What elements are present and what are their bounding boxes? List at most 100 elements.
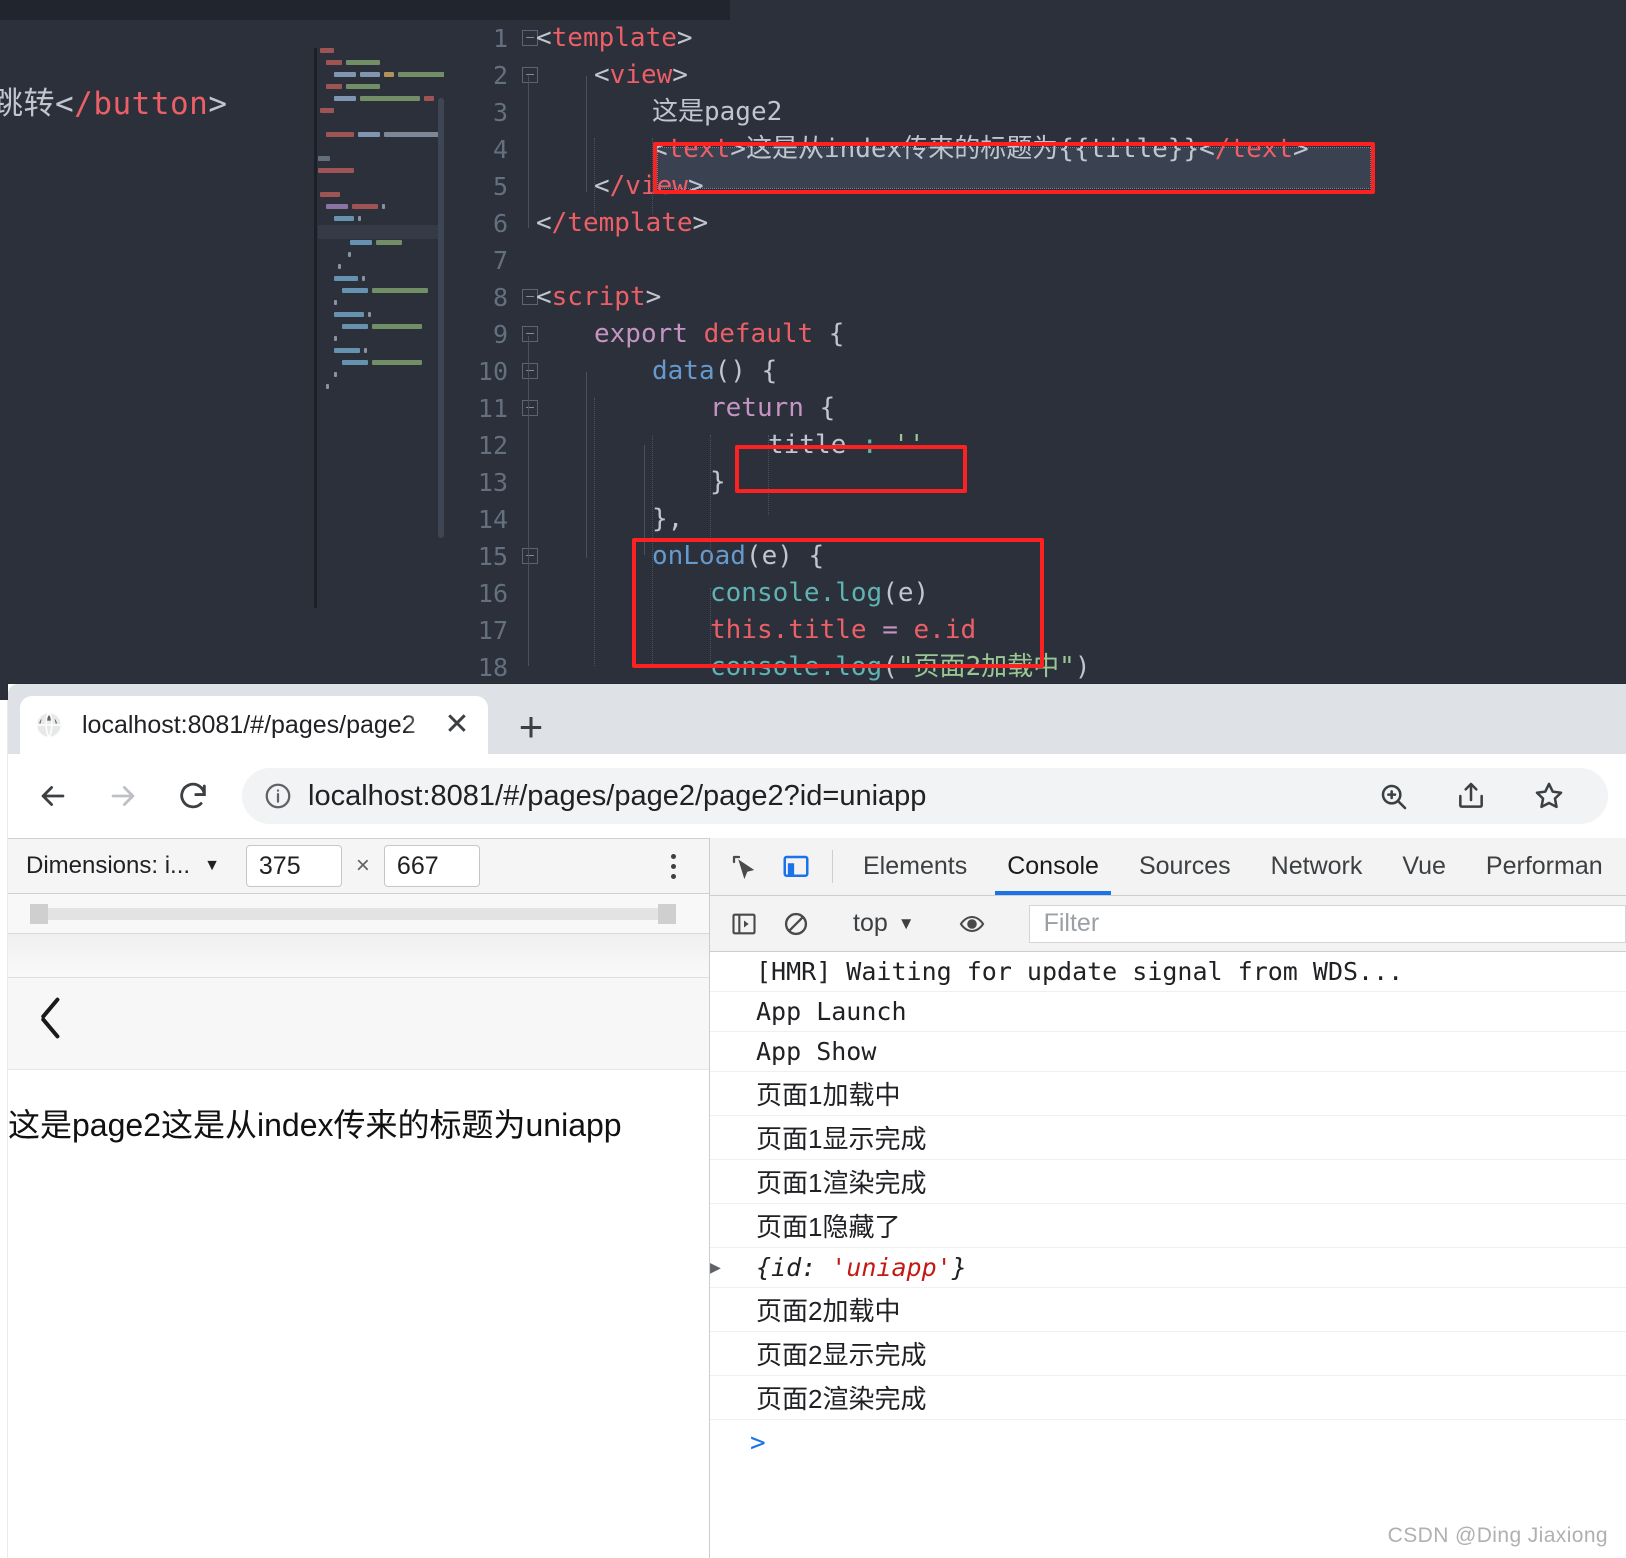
minimap-line <box>424 96 434 101</box>
browser-tab[interactable]: localhost:8081/#/pages/page2 ✕ <box>20 696 488 754</box>
minimap-line <box>346 84 380 89</box>
live-expression-eye-icon[interactable] <box>946 910 998 938</box>
devtools-tabs: Elements Console Sources Network Vue Performa… <box>843 838 1623 895</box>
minimap-current-line <box>318 225 444 239</box>
console-prompt[interactable]: > <box>710 1420 1626 1466</box>
editor-left-pane: 跳转</button> <box>0 20 460 700</box>
share-icon[interactable] <box>1444 769 1498 823</box>
minimap-line <box>362 276 365 281</box>
chevron-down-icon: ▼ <box>897 913 915 933</box>
console-log-row[interactable]: 页面2加载中 <box>710 1288 1626 1332</box>
viewport-width-input[interactable]: 375 <box>245 845 342 887</box>
minimap-line <box>334 300 337 305</box>
chevron-down-icon[interactable]: ▼ <box>204 857 220 875</box>
console-log-row[interactable]: App Show <box>710 1032 1626 1072</box>
devtools-tab-network[interactable]: Network <box>1251 838 1383 895</box>
fold-range-guide <box>586 372 596 558</box>
minimap-line <box>384 72 394 77</box>
console-sidebar-icon[interactable] <box>718 910 770 938</box>
minimap-line <box>342 360 368 365</box>
devtools-tab-vue[interactable]: Vue <box>1382 838 1466 895</box>
console-log-row[interactable]: ▶ {id: 'uniapp'} <box>710 1248 1626 1288</box>
console-log-row[interactable]: 页面2显示完成 <box>710 1332 1626 1376</box>
zoom-in-icon[interactable] <box>1366 769 1420 823</box>
minimap-line <box>358 132 380 137</box>
close-icon[interactable]: ✕ <box>440 708 474 742</box>
console-log-row[interactable]: [HMR] Waiting for update signal from WDS… <box>710 952 1626 992</box>
ruler-rail <box>30 908 660 920</box>
address-bar[interactable]: localhost:8081/#/pages/page2/page2?id=un… <box>242 768 1608 824</box>
console-context-selector[interactable]: top ▼ <box>843 909 925 938</box>
indent-guide <box>768 435 769 515</box>
minimap-line <box>360 96 420 101</box>
fold-range-guide <box>528 76 538 228</box>
devtools-tab-elements[interactable]: Elements <box>843 838 987 895</box>
minimap-line <box>398 72 444 77</box>
site-info-icon[interactable] <box>258 776 298 816</box>
line-number: 12 <box>477 431 508 460</box>
kebab-menu-icon[interactable] <box>655 848 691 884</box>
editor-scrollbar[interactable] <box>438 98 444 538</box>
devtools-tab-sources[interactable]: Sources <box>1119 838 1251 895</box>
fold-range-guide <box>528 336 538 666</box>
editor-minimap[interactable] <box>318 48 444 508</box>
editor-active-tab[interactable] <box>730 0 1626 20</box>
globe-icon <box>34 710 64 740</box>
editor-code-pane[interactable]: 1– <template> 2– <view> 3 这是page2 4 <text>这是从in… <box>460 20 1626 700</box>
minimap-line <box>348 252 351 257</box>
console-log-list[interactable]: [HMR] Waiting for update signal from WDS… <box>710 952 1626 1558</box>
app-navbar <box>8 978 709 1070</box>
devtools-tab-console[interactable]: Console <box>987 838 1119 895</box>
clear-console-icon[interactable] <box>770 910 822 938</box>
minimap-line <box>364 348 367 353</box>
console-log-text: 页面2显示完成 <box>756 1340 927 1370</box>
minimap-line <box>334 312 364 317</box>
code-text: } <box>710 467 726 497</box>
minimap-line <box>326 204 348 209</box>
console-log-row[interactable]: 页面1渲染完成 <box>710 1160 1626 1204</box>
code-text: }, <box>652 504 684 534</box>
line-number: 7 <box>492 246 508 275</box>
console-log-text: 页面1隐藏了 <box>756 1212 901 1242</box>
console-log-text: App Show <box>756 1037 877 1066</box>
console-scrollbar[interactable] <box>1616 952 1626 1558</box>
device-preview-column: Dimensions: i... ▼ 375 × 667 这是page2这是从i… <box>8 838 710 1558</box>
console-filter-input[interactable]: Filter <box>1028 904 1626 943</box>
console-log-text: 页面2加载中 <box>756 1296 901 1326</box>
console-log-row[interactable]: 页面1显示完成 <box>710 1116 1626 1160</box>
dimensions-label[interactable]: Dimensions: i... <box>26 852 190 880</box>
back-icon[interactable] <box>26 769 80 823</box>
forward-icon[interactable] <box>96 769 150 823</box>
minimap-line <box>318 168 354 173</box>
line-number: 13 <box>477 468 508 497</box>
browser-tab-title: localhost:8081/#/pages/page2 <box>82 710 416 739</box>
browser-tab-strip: localhost:8081/#/pages/page2 ✕ + <box>8 684 1626 754</box>
reload-icon[interactable] <box>166 769 220 823</box>
code-text: <script> <box>536 282 662 312</box>
new-tab-button[interactable]: + <box>508 704 554 750</box>
code-text: this.title = e.id <box>710 615 977 645</box>
inspect-element-icon[interactable] <box>718 838 770 895</box>
ruler-handle-left[interactable] <box>30 904 48 924</box>
console-log-row[interactable]: 页面2渲染完成 <box>710 1376 1626 1420</box>
toggle-device-toolbar-icon[interactable] <box>770 838 822 895</box>
console-log-row[interactable]: 页面1隐藏了 <box>710 1204 1626 1248</box>
back-chevron-icon[interactable] <box>36 1001 70 1047</box>
line-number: 2 <box>492 61 508 90</box>
line-number: 1 <box>492 24 508 53</box>
code-text: onLoad(e) { <box>652 541 825 571</box>
devtools-tab-performan[interactable]: Performan <box>1466 838 1623 895</box>
console-log-row[interactable]: 页面1加载中 <box>710 1072 1626 1116</box>
bookmark-star-icon[interactable] <box>1522 769 1576 823</box>
console-log-row[interactable]: App Launch <box>710 992 1626 1032</box>
device-viewport: 这是page2这是从index传来的标题为uniapp <box>8 934 709 1558</box>
viewport-height-input[interactable]: 667 <box>383 845 480 887</box>
minimap-line <box>320 48 334 53</box>
code-text: 这是page2 <box>652 97 783 127</box>
ruler-handle-right[interactable] <box>658 904 676 924</box>
minimap-line <box>358 216 361 221</box>
minimap-line <box>352 204 378 209</box>
code-text: return { <box>710 393 836 423</box>
devtools-tab-bar: Elements Console Sources Network Vue Performa… <box>710 838 1626 896</box>
expand-arrow-icon[interactable]: ▶ <box>710 1257 721 1278</box>
